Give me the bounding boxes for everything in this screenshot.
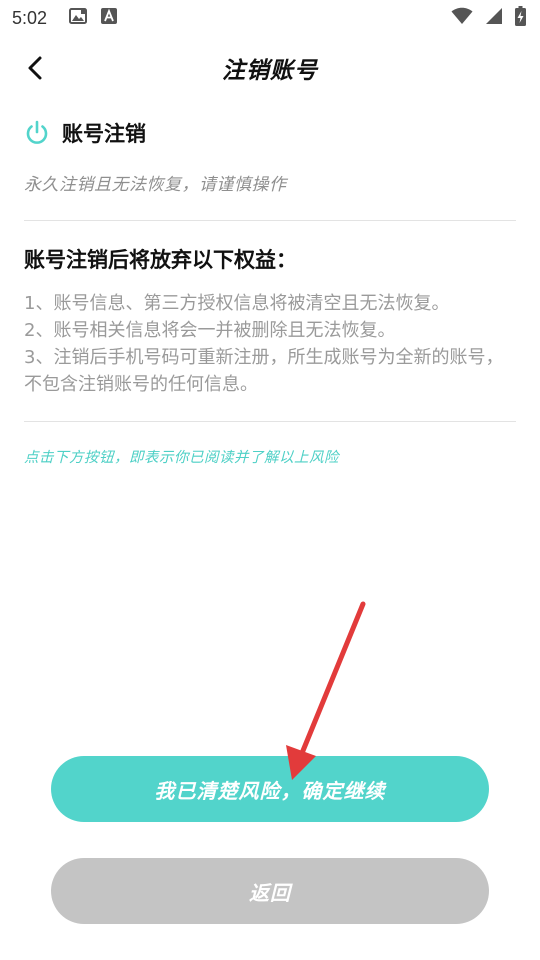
image-icon — [69, 8, 88, 28]
section-subtitle: 永久注销且无法恢复，请谨慎操作 — [24, 175, 287, 195]
section-header: 账号注销 — [24, 118, 146, 148]
wifi-icon — [451, 7, 473, 29]
rights-item: 2、账号相关信息将会一并被删除且无法恢复。 — [24, 320, 396, 341]
risk-notice: 点击下方按钮，即表示你已阅读并了解以上风险 — [24, 450, 339, 466]
signal-icon — [485, 7, 503, 29]
section-title: 账号注销 — [62, 122, 146, 146]
rights-item: 1、账号信息、第三方授权信息将被清空且无法恢复。 — [24, 293, 450, 314]
rights-list: 1、账号信息、第三方授权信息将被清空且无法恢复。 2、账号相关信息将会一并被删除… — [24, 290, 516, 398]
header: 注销账号 — [0, 40, 540, 96]
divider — [24, 421, 516, 422]
confirm-continue-button[interactable]: 我已清楚风险，确定继续 — [51, 756, 489, 822]
rights-item: 3、注销后手机号码可重新注册，所生成账号为全新的账号，不包含注销账号的任何信息。 — [24, 347, 504, 395]
status-left-icons — [69, 8, 118, 28]
chevron-left-icon — [28, 56, 42, 80]
status-right-icons — [451, 6, 526, 30]
return-button[interactable]: 返回 — [51, 858, 489, 924]
rights-title: 账号注销后将放弃以下权益： — [24, 248, 297, 272]
back-button[interactable] — [18, 50, 52, 86]
page-title: 注销账号 — [222, 58, 318, 84]
status-time: 5:02 — [12, 7, 48, 28]
power-icon — [26, 120, 48, 144]
battery-charging-icon — [515, 6, 526, 30]
status-bar: 5:02 — [0, 0, 540, 36]
divider — [24, 220, 516, 221]
font-a-icon — [101, 8, 118, 28]
